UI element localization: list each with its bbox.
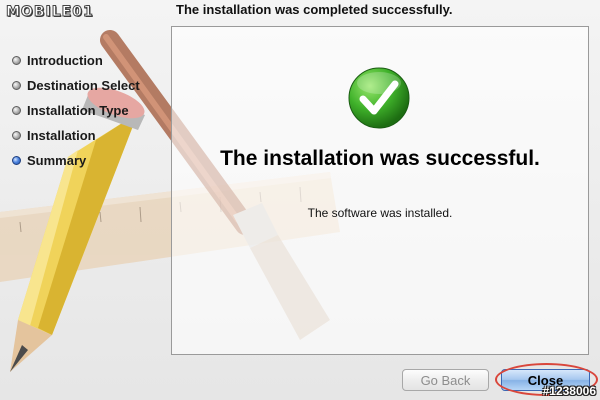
sidebar-item-label: Introduction <box>27 53 103 68</box>
step-bullet-icon <box>12 81 21 90</box>
sidebar-item-installation-type: Installation Type <box>12 98 162 123</box>
installer-window: MOBILE01 The installation was completed … <box>0 0 600 400</box>
checkmark-icon <box>348 67 410 129</box>
sidebar-item-label: Installation Type <box>27 103 129 118</box>
active-step-bullet-icon <box>12 156 21 165</box>
success-heading: The installation was successful. <box>220 147 540 170</box>
sidebar-item-summary: Summary <box>12 148 162 173</box>
installer-steps-sidebar: Introduction Destination Select Installa… <box>12 48 162 173</box>
photo-id-watermark: #1238006 <box>542 384 596 398</box>
sidebar-item-label: Destination Select <box>27 78 140 93</box>
sidebar-item-installation: Installation <box>12 123 162 148</box>
success-detail: The software was installed. <box>307 206 453 220</box>
go-back-button[interactable]: Go Back <box>402 369 489 391</box>
step-bullet-icon <box>12 56 21 65</box>
step-bullet-icon <box>12 131 21 140</box>
sidebar-item-label: Installation <box>27 128 96 143</box>
sidebar-item-label: Summary <box>27 153 87 168</box>
sidebar-item-introduction: Introduction <box>12 48 162 73</box>
content-panel: The installation was successful. The sof… <box>171 26 589 355</box>
sidebar-item-destination-select: Destination Select <box>12 73 162 98</box>
step-bullet-icon <box>12 106 21 115</box>
